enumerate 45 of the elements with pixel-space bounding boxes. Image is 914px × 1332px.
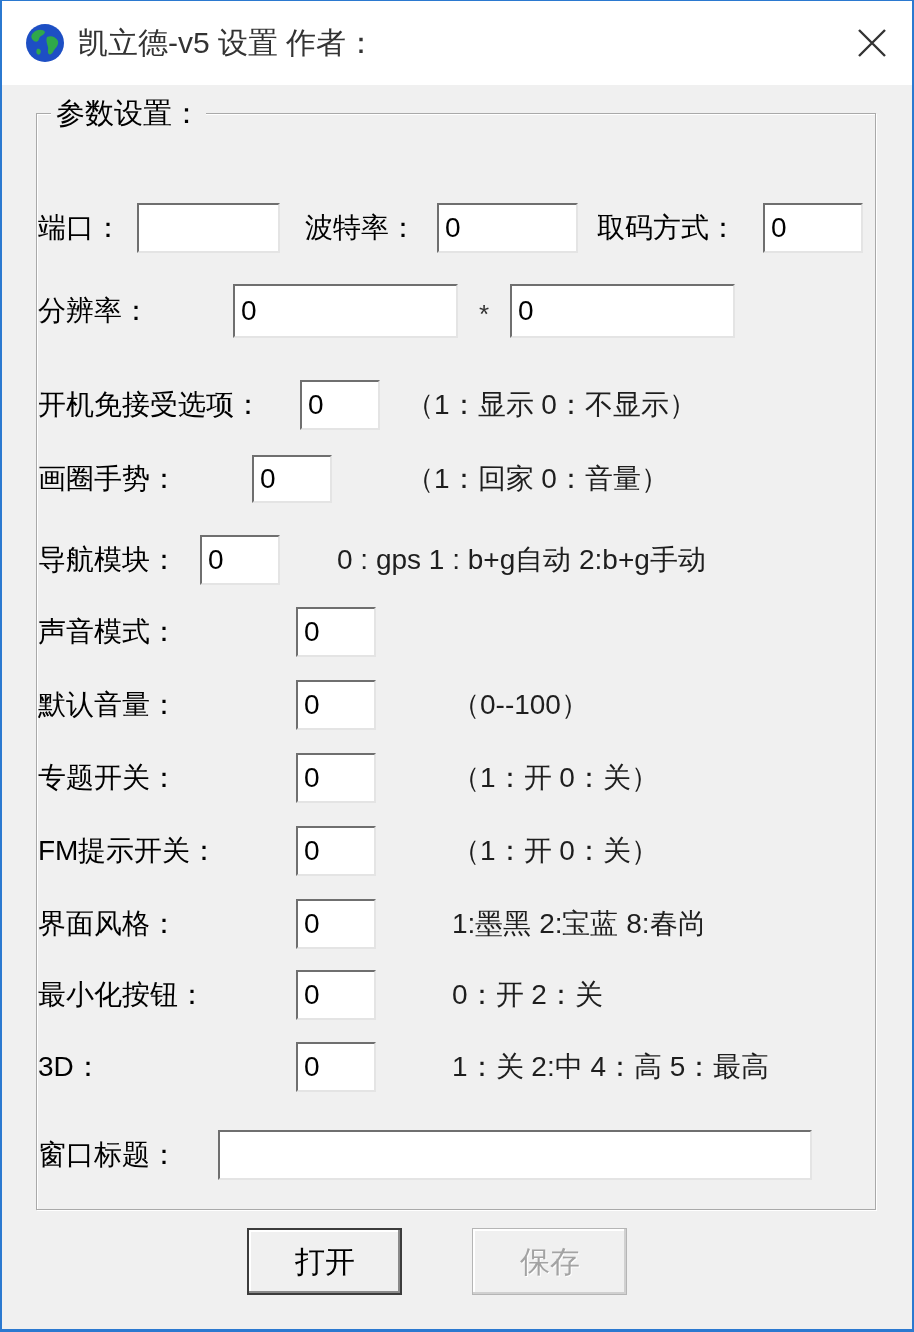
field-label: 声音模式：	[38, 615, 178, 649]
field-label: 端口：	[38, 211, 122, 245]
hint-text: （1：回家 0：音量）	[406, 462, 669, 496]
input-field[interactable]: 0	[296, 680, 376, 730]
field-label: 界面风格：	[38, 907, 178, 941]
input-field[interactable]: 0	[296, 899, 376, 949]
hint-text: 0 : gps 1 : b+g自动 2:b+g手动	[337, 543, 706, 577]
field-label: 专题开关：	[38, 761, 178, 795]
window-title: 凯立德-v5 设置 作者：	[78, 25, 377, 61]
field-label: FM提示开关：	[38, 834, 219, 868]
input-field[interactable]: 0	[200, 535, 280, 585]
hint-text: （1：显示 0：不显示）	[406, 388, 697, 422]
input-field[interactable]: 0	[510, 284, 735, 338]
input-field[interactable]: 0	[300, 380, 380, 430]
hint-text: 0：开 2：关	[452, 978, 603, 1012]
input-field[interactable]: 0	[296, 970, 376, 1020]
input-field[interactable]: 0	[437, 203, 578, 253]
field-label: 分辨率：	[38, 294, 150, 328]
field-label: 取码方式：	[597, 211, 737, 245]
hint-text: （1：开 0：关）	[452, 761, 659, 795]
field-label: 波特率：	[305, 211, 417, 245]
input-field[interactable]	[137, 203, 280, 253]
field-label: 最小化按钮：	[38, 978, 206, 1012]
field-label: 画圈手势：	[38, 462, 178, 496]
input-field[interactable]	[218, 1130, 812, 1180]
hint-text: （1：开 0：关）	[452, 834, 659, 868]
input-field[interactable]: 0	[296, 1042, 376, 1092]
field-label: 导航模块：	[38, 543, 178, 577]
field-label: 窗口标题：	[38, 1138, 178, 1172]
close-icon[interactable]	[858, 29, 886, 57]
field-label: 开机免接受选项：	[38, 388, 262, 422]
input-field[interactable]: 0	[252, 455, 332, 503]
field-label: 默认音量：	[38, 688, 178, 722]
open-button[interactable]: 打开	[247, 1228, 402, 1295]
hint-text: 1：关 2:中 4：高 5：最高	[452, 1050, 770, 1084]
hint-text: （0--100）	[452, 688, 589, 722]
globe-icon	[25, 23, 65, 63]
input-field[interactable]: 0	[763, 203, 863, 253]
input-field[interactable]: 0	[296, 607, 376, 657]
multiply-sign: *	[478, 298, 490, 329]
input-field[interactable]: 0	[296, 826, 376, 876]
input-field[interactable]: 0	[233, 284, 458, 338]
input-field[interactable]: 0	[296, 753, 376, 803]
hint-text: 1:墨黑 2:宝蓝 8:春尚	[452, 907, 706, 941]
field-label: 3D：	[38, 1050, 102, 1084]
